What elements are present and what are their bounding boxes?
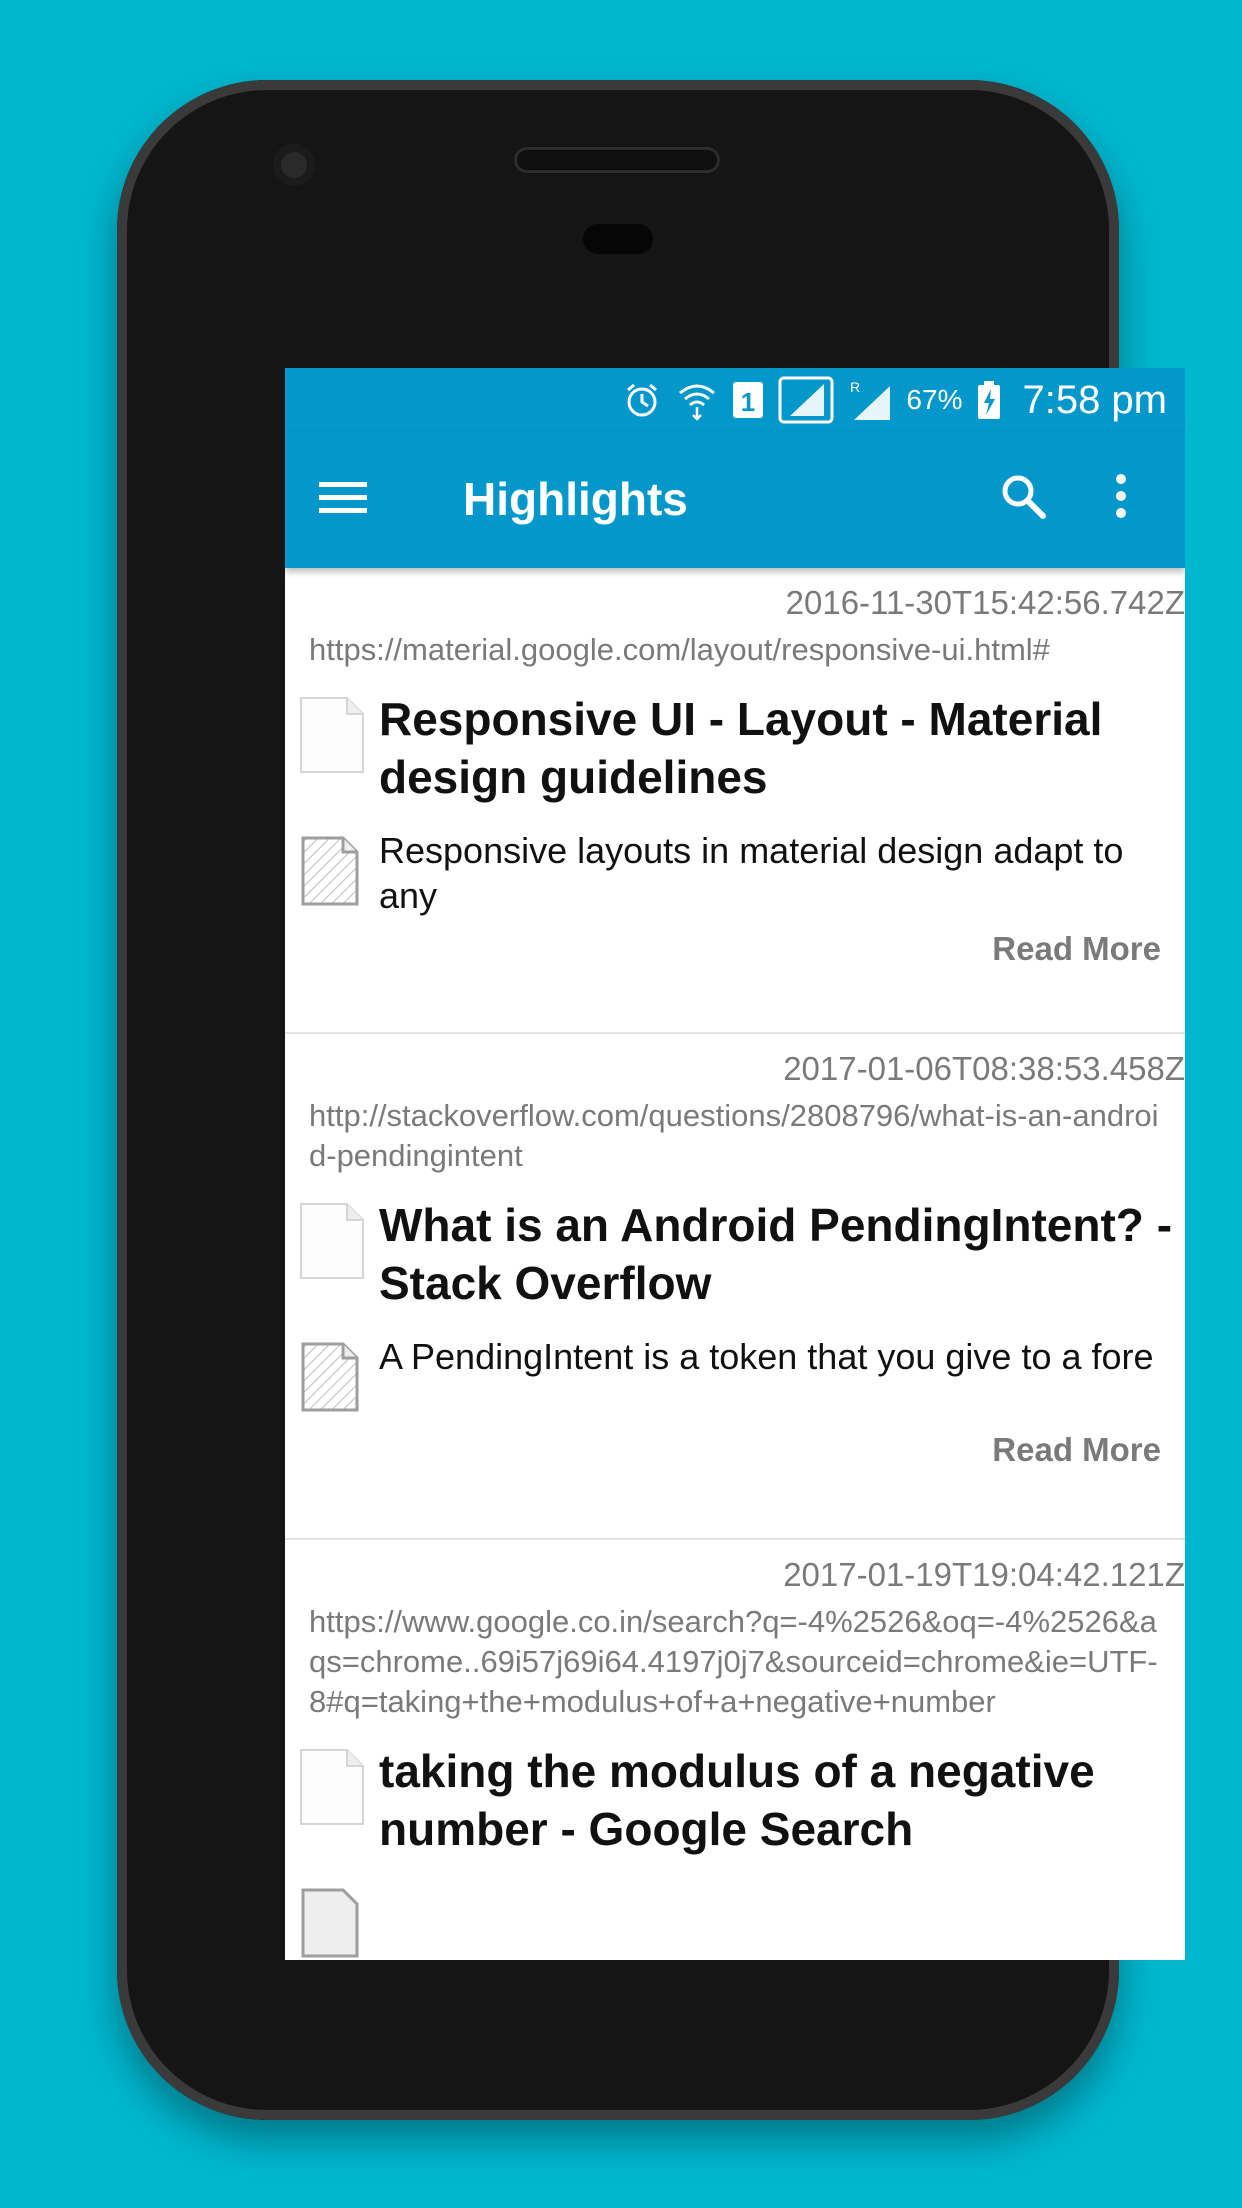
item-description: Responsive layouts in material design ad… bbox=[379, 830, 1124, 916]
highlights-list: 2016-11-30T15:42:56.742Z https://materia… bbox=[285, 568, 1185, 1960]
status-bar: 1 R 67% 7:58 pm bbox=[285, 368, 1185, 432]
proximity-sensor bbox=[583, 224, 653, 254]
read-more-button[interactable]: Read More bbox=[285, 930, 1185, 990]
page-icon bbox=[299, 1202, 367, 1285]
timestamp: 2016-11-30T15:42:56.742Z bbox=[785, 584, 1185, 621]
status-time: 7:58 pm bbox=[1022, 377, 1167, 422]
earpiece-speaker bbox=[517, 150, 717, 170]
front-camera bbox=[273, 144, 315, 186]
roaming-signal-icon: R bbox=[848, 378, 892, 422]
item-title[interactable]: taking the modulus of a negative number … bbox=[367, 1742, 1185, 1858]
wifi-icon bbox=[676, 379, 718, 421]
alarm-icon bbox=[622, 380, 662, 420]
timestamp: 2017-01-19T19:04:42.121Z bbox=[783, 1556, 1185, 1593]
item-title[interactable]: What is an Android PendingIntent? - Stac… bbox=[367, 1196, 1185, 1312]
list-item[interactable]: 2016-11-30T15:42:56.742Z https://materia… bbox=[285, 568, 1185, 1034]
item-title[interactable]: Responsive UI - Layout - Material design… bbox=[367, 690, 1185, 806]
app-bar: Highlights bbox=[285, 432, 1185, 568]
note-icon bbox=[299, 1340, 367, 1419]
menu-icon[interactable] bbox=[315, 470, 371, 526]
search-icon[interactable] bbox=[995, 468, 1051, 524]
page-icon bbox=[299, 1748, 367, 1831]
svg-text:R: R bbox=[850, 379, 860, 395]
item-url[interactable]: https://material.google.com/layout/respo… bbox=[285, 630, 1185, 670]
sim1-icon: 1 bbox=[732, 380, 764, 420]
read-more-button[interactable]: Read More bbox=[285, 1431, 1185, 1491]
phone-screen: 1 R 67% 7:58 pm Highlights 2016-11-30T15… bbox=[285, 368, 1185, 1960]
item-url[interactable]: http://stackoverflow.com/questions/28087… bbox=[285, 1096, 1185, 1176]
more-vert-icon[interactable] bbox=[1101, 468, 1141, 524]
list-item[interactable]: 2017-01-06T08:38:53.458Z http://stackove… bbox=[285, 1034, 1185, 1540]
phone-frame: 1 R 67% 7:58 pm Highlights 2016-11-30T15… bbox=[117, 80, 1185, 2120]
list-item[interactable]: 2017-01-19T19:04:42.121Z https://www.goo… bbox=[285, 1540, 1185, 1960]
battery-charging-icon bbox=[976, 380, 1002, 420]
item-url[interactable]: https://www.google.co.in/search?q=-4%252… bbox=[285, 1602, 1185, 1722]
page-icon bbox=[299, 696, 367, 779]
signal-icon bbox=[778, 376, 834, 424]
timestamp: 2017-01-06T08:38:53.458Z bbox=[783, 1050, 1185, 1087]
page-title: Highlights bbox=[463, 473, 688, 525]
battery-percent: 67% bbox=[906, 384, 963, 415]
note-icon bbox=[299, 1886, 367, 1960]
note-icon bbox=[299, 834, 367, 913]
item-description: A PendingIntent is a token that you give… bbox=[379, 1336, 1154, 1377]
svg-text:1: 1 bbox=[741, 387, 755, 417]
